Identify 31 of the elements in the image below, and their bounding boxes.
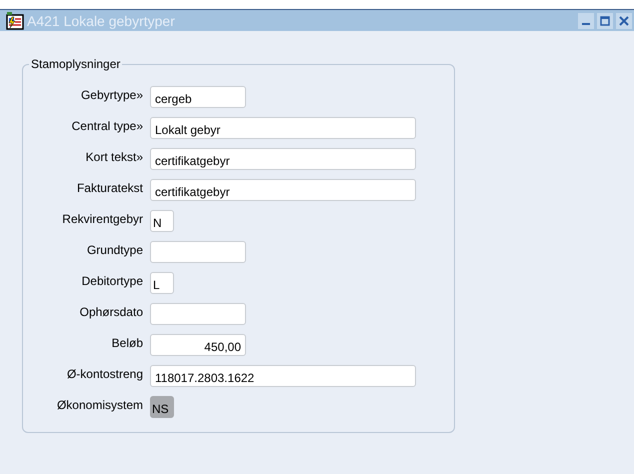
field-label: Central type» <box>70 118 144 132</box>
input-field[interactable]: L <box>150 272 174 294</box>
input-field[interactable]: 118017.2803.1622 <box>150 364 416 386</box>
app-icon <box>6 12 24 30</box>
field-label: Fakturatekst <box>76 180 144 194</box>
field-label: Rekvirentgebyr <box>61 212 144 226</box>
input-field[interactable]: N <box>150 210 174 232</box>
close-button[interactable] <box>616 12 632 28</box>
maximize-icon <box>600 16 610 26</box>
input-field[interactable]: certifikatgebyr <box>150 178 416 200</box>
field-label: Debitortype <box>80 274 144 288</box>
input-field[interactable] <box>150 302 246 324</box>
window-title: A421 Lokale gebyrtyper <box>27 12 175 28</box>
minimize-button[interactable] <box>578 12 594 28</box>
field-label: Gebyrtype» <box>80 88 144 102</box>
input-field[interactable]: certifikatgebyr <box>150 148 416 170</box>
input-field[interactable]: cergeb <box>150 86 246 108</box>
field-label: Økonomisystem <box>56 398 144 412</box>
field-label: Grundtype <box>86 242 144 256</box>
input-field[interactable] <box>150 240 246 262</box>
field-label: Ophørsdato <box>78 304 144 318</box>
close-icon <box>619 16 629 26</box>
field-label: Kort tekst» <box>84 150 144 164</box>
field-label: Ø-kontostreng <box>66 366 144 380</box>
field-label: Beløb <box>110 336 144 350</box>
maximize-button[interactable] <box>597 12 613 28</box>
group-title: Stamoplysninger <box>30 57 122 71</box>
input-field[interactable]: 450,00 <box>150 334 246 356</box>
input-field[interactable]: Lokalt gebyr <box>150 116 416 138</box>
minimize-icon <box>582 22 590 24</box>
display-field: NS <box>150 396 174 418</box>
